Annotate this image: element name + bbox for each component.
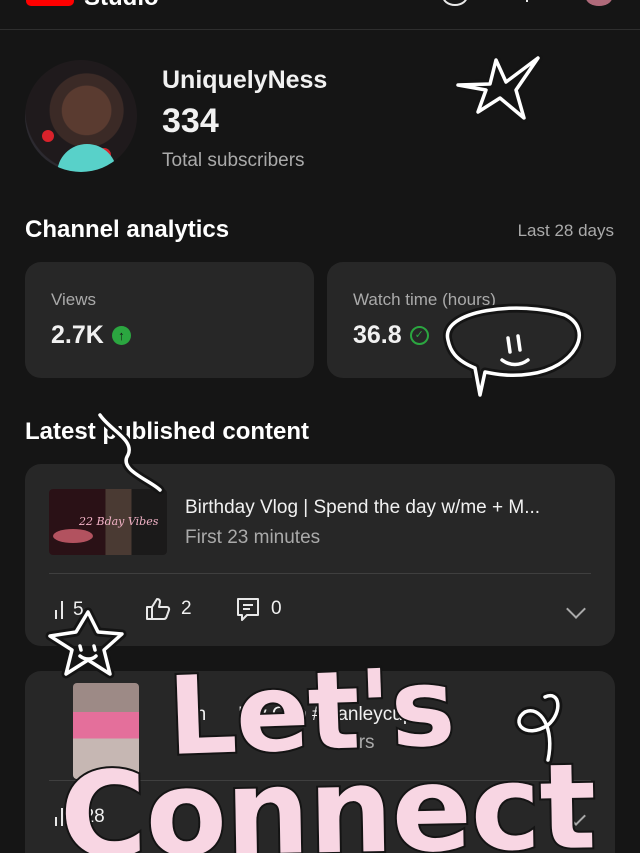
views-value-row: 2.7K ↑ <box>51 321 131 350</box>
top-app-bar: Studio <box>0 0 640 30</box>
views-count: 5 <box>73 599 84 620</box>
views-label: Views <box>51 290 97 309</box>
views-card[interactable]: Views 2.7K ↑ <box>25 262 314 378</box>
check-circle-icon: ✓ <box>409 326 429 345</box>
subscriber-count: 334 <box>162 102 219 140</box>
help-icon[interactable] <box>442 0 468 6</box>
watch-time-label: Watch time (hours) <box>353 290 496 309</box>
avatar-shirt <box>57 144 117 172</box>
video-thumbnail[interactable]: 22 Bday Vibes <box>49 489 167 555</box>
thumbnail-text: 22 Bday Vibes <box>79 515 159 528</box>
analytics-title: Channel analytics <box>25 216 230 243</box>
youtube-logo-icon[interactable] <box>26 0 74 6</box>
account-avatar[interactable] <box>586 0 612 6</box>
watch-time-value: 36.8 <box>353 321 402 349</box>
thumbs-up-icon <box>146 598 171 620</box>
subscriber-label: Total subscribers <box>162 150 305 171</box>
comment-icon <box>237 598 259 621</box>
views-metric: 5 <box>55 599 84 621</box>
notifications-icon[interactable] <box>522 0 528 2</box>
comments-metric: 0 <box>235 596 282 622</box>
latest-content-title: Latest published content <box>25 418 310 445</box>
likes-metric: 2 <box>145 597 192 621</box>
video-subtitle: First 23 minutes <box>185 527 321 548</box>
likes-count: 2 <box>181 598 192 619</box>
chevron-down-icon[interactable] <box>566 599 586 619</box>
views-value: 2.7K <box>51 321 104 349</box>
comments-count: 0 <box>271 598 282 619</box>
arrow-up-icon: ↑ <box>111 326 131 345</box>
studio-logo-text: Studio <box>84 0 159 12</box>
hair-bow-left <box>42 130 54 142</box>
overlay-text-line2: Connect <box>57 735 598 853</box>
thumbnail-cake <box>53 529 93 543</box>
watch-time-value-row: 36.8 ✓ <box>353 321 429 350</box>
video-card[interactable]: 22 Bday Vibes Birthday Vlog | Spend the … <box>25 464 615 646</box>
channel-name: UniquelyNess <box>162 66 328 94</box>
analytics-range: Last 28 days <box>517 221 614 240</box>
card-divider <box>49 573 591 574</box>
video-title[interactable]: Birthday Vlog | Spend the day w/me + M..… <box>185 497 540 519</box>
watch-time-card[interactable]: Watch time (hours) 36.8 ✓ <box>327 262 616 378</box>
bar-chart-icon <box>55 601 63 619</box>
studio-dashboard: Studio UniquelyNess 334 Total subscriber… <box>0 0 640 853</box>
channel-avatar[interactable] <box>25 60 137 172</box>
